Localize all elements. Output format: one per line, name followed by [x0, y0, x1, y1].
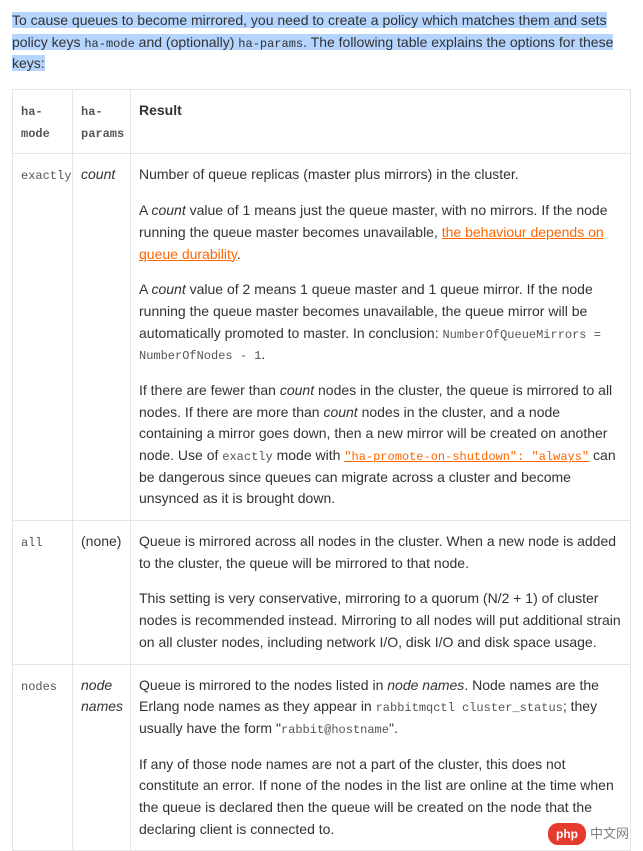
- result-text: If any of those node names are not a par…: [139, 754, 622, 841]
- link-promote-shutdown[interactable]: "ha-promote-on-shutdown": "always": [344, 450, 589, 464]
- header-result: Result: [131, 90, 631, 154]
- header-ha-mode: ha-mode: [13, 90, 73, 154]
- table-header-row: ha-mode ha-params Result: [13, 90, 631, 154]
- result-text: Queue is mirrored to the nodes listed in…: [139, 675, 622, 740]
- result-text: A count value of 2 means 1 queue master …: [139, 279, 622, 366]
- table-row: exactly count Number of queue replicas (…: [13, 154, 631, 521]
- cell-mode: all: [13, 521, 73, 664]
- result-text: This setting is very conservative, mirro…: [139, 588, 622, 653]
- cell-params: count: [73, 154, 131, 521]
- cell-result: Queue is mirrored to the nodes listed in…: [131, 664, 631, 851]
- result-text: A count value of 1 means just the queue …: [139, 200, 622, 265]
- intro-highlighted: To cause queues to become mirrored, you …: [12, 12, 613, 71]
- cell-params: (none): [73, 521, 131, 664]
- intro-paragraph: To cause queues to become mirrored, you …: [12, 10, 631, 75]
- result-text: Queue is mirrored across all nodes in th…: [139, 531, 622, 574]
- code-ha-mode: ha-mode: [84, 37, 134, 51]
- table-row: nodes node names Queue is mirrored to th…: [13, 664, 631, 851]
- ha-options-table: ha-mode ha-params Result exactly count N…: [12, 89, 631, 851]
- cell-params: node names: [73, 664, 131, 851]
- cell-mode: exactly: [13, 154, 73, 521]
- header-ha-params: ha-params: [73, 90, 131, 154]
- cell-result: Queue is mirrored across all nodes in th…: [131, 521, 631, 664]
- table-row: all (none) Queue is mirrored across all …: [13, 521, 631, 664]
- cell-result: Number of queue replicas (master plus mi…: [131, 154, 631, 521]
- cell-mode: nodes: [13, 664, 73, 851]
- result-text: Number of queue replicas (master plus mi…: [139, 164, 622, 186]
- code-ha-params: ha-params: [238, 37, 303, 51]
- result-text: If there are fewer than count nodes in t…: [139, 380, 622, 510]
